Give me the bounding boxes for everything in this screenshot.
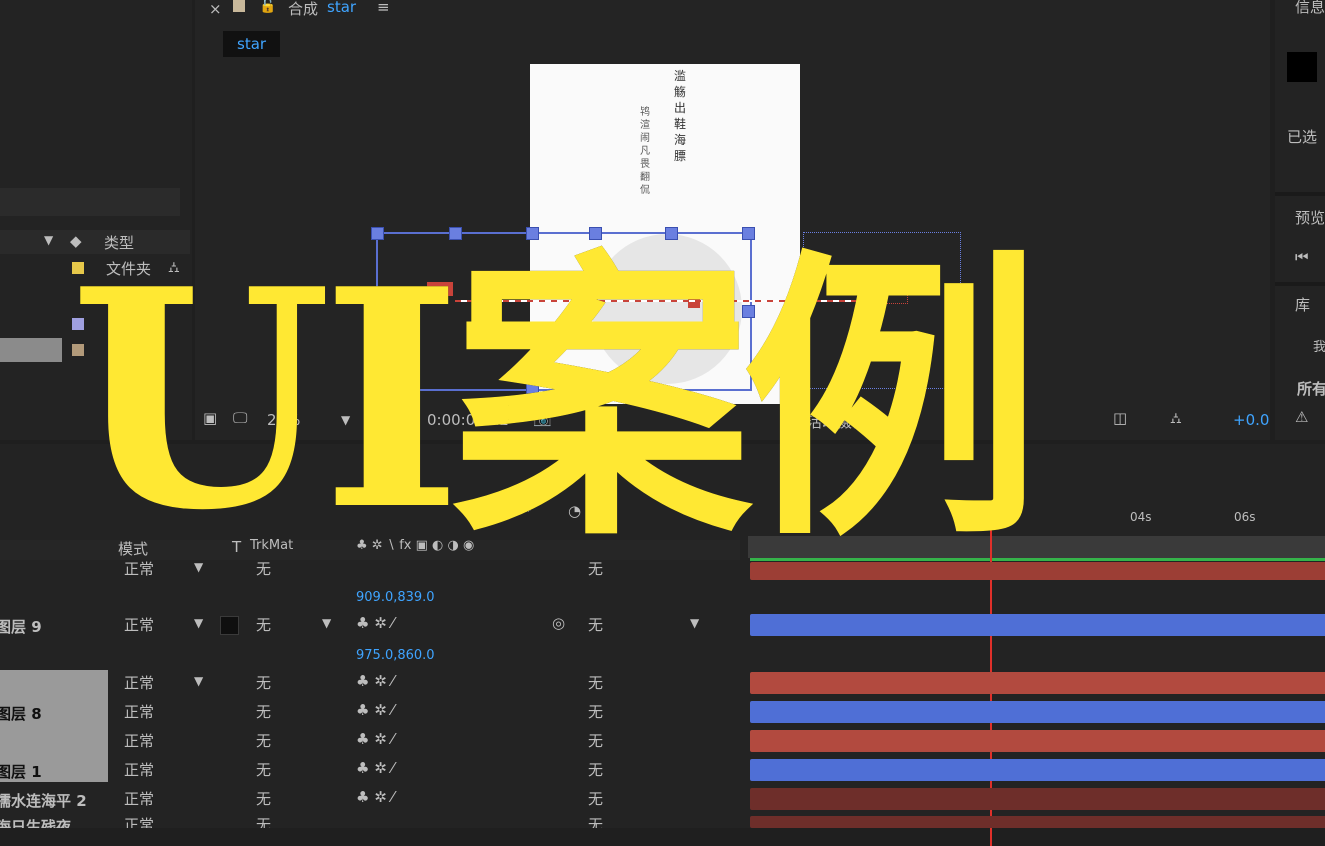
parent-value[interactable]: 无 [588, 614, 603, 635]
layer-mode[interactable]: 正常 [124, 788, 154, 809]
library-panel-title[interactable]: 库 [1295, 294, 1310, 315]
all-libraries[interactable]: 所有 [1297, 378, 1325, 399]
poster-text-line1: 滥觞出鞋海膘 [674, 69, 687, 163]
comp-tab-bar: × 🔓 合成 star ≡ [195, 0, 1270, 20]
layer-switches[interactable]: ♣ ✲ ⁄ [356, 759, 394, 777]
layer-switches[interactable]: ♣ ✲ ⁄ [356, 672, 394, 690]
layer-duration-bar[interactable] [750, 614, 1325, 636]
divider [1275, 192, 1325, 196]
layer-duration-bar[interactable] [750, 788, 1325, 810]
parent-value[interactable]: 无 [588, 814, 603, 828]
layer-name[interactable]: 图层 9 [0, 616, 42, 637]
layer-switches[interactable]: ♣ ✲ ⁄ [356, 614, 394, 632]
layer-mode[interactable]: 正常 [124, 614, 154, 635]
parent-dropdown-icon[interactable]: ▼ [690, 616, 699, 630]
overlay-title: UI案例 [70, 223, 1042, 576]
layer-mode[interactable]: 正常 [124, 672, 154, 693]
comp-title-name[interactable]: star [327, 0, 356, 16]
info-panel-title[interactable]: 信息 [1295, 0, 1325, 17]
trkmat-value[interactable]: 无 [256, 788, 271, 809]
layer-mode[interactable]: 正常 [124, 814, 154, 828]
mode-dropdown-icon[interactable]: ▼ [194, 674, 203, 688]
close-tab-icon[interactable]: × [209, 0, 222, 18]
layer-duration-bar[interactable] [750, 730, 1325, 752]
layer-row[interactable]: 正常 ▼ 无 ♣ ✲ ⁄ 无 [0, 670, 740, 698]
layer-row[interactable]: 正常 无 ♣ ✲ ⁄ 无 [0, 728, 740, 756]
layer-row[interactable]: 海日生残夜 正常 无 无 [0, 812, 740, 828]
property-value-2[interactable]: 975.0,860.0 [356, 648, 435, 663]
layer-duration-bar[interactable] [750, 672, 1325, 694]
parent-value[interactable]: 无 [588, 730, 603, 751]
mode-dropdown-icon[interactable]: ▼ [194, 616, 203, 630]
color-swatch-black [1287, 52, 1317, 82]
library-item[interactable]: 我 [1313, 336, 1325, 355]
comp-title-prefix: 合成 [288, 0, 319, 18]
sort-arrow-icon[interactable]: ▼ [44, 233, 53, 247]
warning-icon: ⚠ [1295, 408, 1309, 426]
comp-color-swatch [233, 0, 245, 12]
layer-switches[interactable]: ♣ ✲ ⁄ [356, 788, 394, 806]
pickwhip-icon[interactable]: ◎ [552, 614, 565, 632]
trkmat-value[interactable]: 无 [256, 672, 271, 693]
trkmat-dropdown-icon[interactable]: ▼ [322, 616, 331, 630]
property-value-1[interactable]: 909.0,839.0 [356, 590, 435, 605]
trkmat-value[interactable]: 无 [256, 730, 271, 751]
layer-mode[interactable]: 正常 [124, 730, 154, 751]
flowchart-icon[interactable]: ⛼ [1170, 409, 1182, 429]
layer-switches[interactable]: ♣ ✲ ⁄ [356, 730, 394, 748]
layer-duration-bar[interactable] [750, 816, 1325, 828]
trkmat-value[interactable]: 无 [256, 614, 271, 635]
layer-mode[interactable]: 正常 [124, 701, 154, 722]
track-matte-toggle[interactable] [220, 616, 239, 635]
panel-menu-icon[interactable]: ≡ [377, 0, 390, 16]
trkmat-value[interactable]: 无 [256, 814, 271, 828]
layer-name[interactable]: 图层 1 [0, 761, 42, 782]
layer-row[interactable]: 濡水连海平 2 正常 无 ♣ ✲ ⁄ 无 [0, 786, 740, 814]
layer-switches[interactable]: ♣ ✲ ⁄ [356, 701, 394, 719]
layer-name[interactable]: 海日生残夜 [0, 816, 71, 828]
ruler-label-04s: 04s [1130, 510, 1152, 524]
project-search-bar[interactable] [0, 188, 180, 216]
preview-panel-title[interactable]: 预览 [1295, 207, 1325, 228]
layer-mode[interactable]: 正常 [124, 759, 154, 780]
parent-value[interactable]: 无 [588, 672, 603, 693]
layer-row[interactable]: 图层 8 正常 无 ♣ ✲ ⁄ 无 [0, 699, 740, 727]
right-panel: 信息 已选 预览 ⏮ 库 我 所有 ⚠ [1275, 0, 1325, 440]
layer-row[interactable]: 图层 9 正常 ▼ 无 ▼ ♣ ✲ ⁄ ◎ 无 ▼ [0, 612, 740, 640]
poster-text-line2: 鸨渲闹凡畏翻侃 [640, 107, 650, 196]
parent-value[interactable]: 无 [588, 788, 603, 809]
layer-duration-bar[interactable] [750, 701, 1325, 723]
layer-name[interactable]: 图层 8 [0, 703, 42, 724]
skip-back-icon[interactable]: ⏮ [1295, 248, 1309, 266]
layer-name[interactable]: 濡水连海平 2 [0, 790, 87, 811]
comp-breadcrumb-chip[interactable]: star [223, 31, 281, 57]
selected-project-item[interactable] [0, 338, 62, 362]
exposure-value[interactable]: +0.0 [1233, 411, 1269, 429]
parent-value[interactable]: 无 [588, 701, 603, 722]
ruler-label-06s: 06s [1234, 510, 1256, 524]
layer-row[interactable]: 图层 1 正常 无 ♣ ✲ ⁄ 无 [0, 757, 740, 785]
divider [1275, 282, 1325, 286]
layout-icon[interactable]: ◫ [1113, 409, 1127, 427]
trkmat-value[interactable]: 无 [256, 759, 271, 780]
selected-info: 已选 [1287, 128, 1318, 146]
layer-duration-bar[interactable] [750, 759, 1325, 781]
trkmat-value[interactable]: 无 [256, 701, 271, 722]
lock-icon[interactable]: 🔓 [259, 0, 276, 14]
parent-value[interactable]: 无 [588, 759, 603, 780]
